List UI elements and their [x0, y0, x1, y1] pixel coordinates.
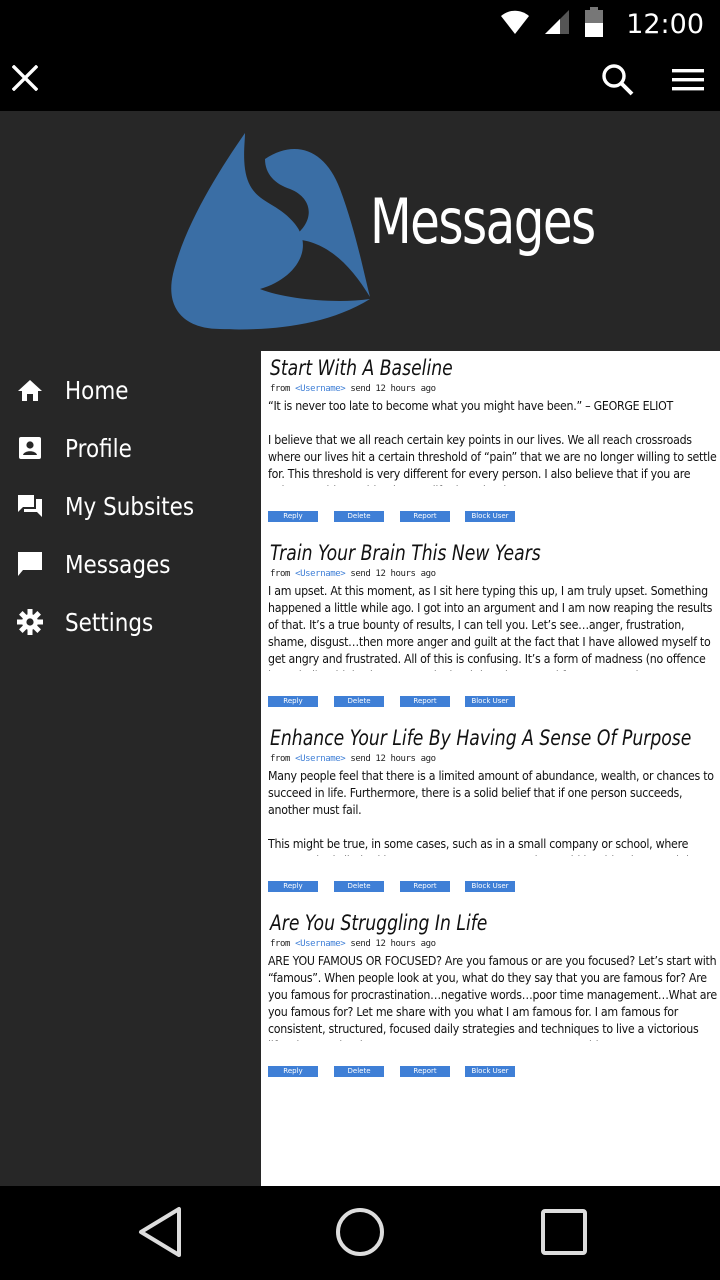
nav-item-label: Messages [65, 549, 171, 579]
close-button[interactable] [8, 58, 42, 102]
message-item[interactable]: Enhance Your Life By Having A Sense Of P… [261, 721, 720, 906]
delete-button[interactable]: Delete [334, 511, 384, 522]
gear-icon [16, 608, 44, 636]
message-meta: from <Username> send 12 hours ago [270, 569, 436, 579]
hamburger-menu-icon [668, 69, 708, 102]
home-circle-icon [334, 1206, 386, 1263]
nav-item-label: Home [65, 375, 129, 405]
report-button[interactable]: Report [400, 881, 450, 892]
block-user-button[interactable]: Block User [465, 881, 515, 892]
reply-button[interactable]: Reply [268, 696, 318, 707]
home-button[interactable] [334, 1206, 386, 1263]
close-icon [11, 64, 39, 96]
brand-logo [165, 129, 375, 334]
sent-time: send 12 hours ago [350, 754, 436, 764]
delete-button[interactable]: Delete [334, 881, 384, 892]
block-user-button[interactable]: Block User [465, 696, 515, 707]
sent-time: send 12 hours ago [350, 569, 436, 579]
nav-item-settings[interactable]: Settings [0, 593, 260, 651]
chat-icon [16, 550, 44, 578]
reply-button[interactable]: Reply [268, 1066, 318, 1077]
nav-item-messages[interactable]: Messages [0, 535, 260, 593]
drawer-menu: Home Profile My Subsites Messages Settin… [0, 361, 260, 651]
message-title: Are You Struggling In Life [270, 911, 488, 935]
from-label: from [270, 939, 291, 949]
message-body: ARE YOU FAMOUS OR FOCUSED? Are you famou… [268, 953, 717, 1041]
message-item[interactable]: Start With A Baseline from <Username> se… [261, 351, 720, 536]
status-time: 12:00 [626, 8, 704, 40]
page-title: Messages [370, 185, 596, 258]
delete-button[interactable]: Delete [334, 696, 384, 707]
contact-card-icon [16, 434, 44, 462]
sent-time: send 12 hours ago [350, 939, 436, 949]
nav-item-my-subsites[interactable]: My Subsites [0, 477, 260, 535]
sender-username-link[interactable]: <Username> [295, 939, 346, 949]
report-button[interactable]: Report [400, 696, 450, 707]
cellular-signal-icon [544, 9, 570, 40]
message-title: Enhance Your Life By Having A Sense Of P… [270, 726, 692, 750]
app-toolbar [0, 48, 720, 111]
block-user-button[interactable]: Block User [465, 511, 515, 522]
from-label: from [270, 384, 291, 394]
recents-square-icon [538, 1206, 590, 1263]
home-icon [16, 376, 44, 404]
message-paragraph: This might be true, in some cases, such … [268, 837, 710, 856]
from-label: from [270, 569, 291, 579]
status-icons: 12:00 [500, 6, 704, 42]
message-paragraph: “It is never too late to become what you… [268, 399, 674, 413]
report-button[interactable]: Report [400, 1066, 450, 1077]
drawer-header: Messages [0, 111, 720, 351]
back-triangle-icon [136, 1206, 184, 1263]
message-paragraph: I believe that we all reach certain key … [268, 433, 717, 486]
status-bar: 12:00 [0, 0, 720, 48]
delete-button[interactable]: Delete [334, 1066, 384, 1077]
nav-item-profile[interactable]: Profile [0, 419, 260, 477]
system-navigation-bar [0, 1186, 720, 1280]
message-body: “It is never too late to become what you… [268, 398, 717, 486]
sent-time: send 12 hours ago [350, 384, 436, 394]
search-button[interactable] [598, 60, 638, 100]
reply-button[interactable]: Reply [268, 511, 318, 522]
nav-item-label: My Subsites [65, 491, 195, 521]
nav-item-label: Settings [65, 607, 154, 637]
message-paragraph: I am upset. At this moment, as I sit her… [268, 584, 713, 671]
back-button[interactable] [134, 1206, 186, 1263]
from-label: from [270, 754, 291, 764]
nav-item-home[interactable]: Home [0, 361, 260, 419]
message-body: I am upset. At this moment, as I sit her… [268, 583, 717, 671]
message-paragraph: ARE YOU FAMOUS OR FOCUSED? Are you famou… [268, 954, 717, 1041]
menu-button[interactable] [668, 62, 708, 98]
message-meta: from <Username> send 12 hours ago [270, 754, 436, 764]
report-button[interactable]: Report [400, 511, 450, 522]
battery-icon [584, 6, 604, 42]
sender-username-link[interactable]: <Username> [295, 754, 346, 764]
message-list: Start With A Baseline from <Username> se… [261, 351, 720, 1186]
reply-button[interactable]: Reply [268, 881, 318, 892]
message-body: Many people feel that there is a limited… [268, 768, 717, 856]
nav-item-label: Profile [65, 433, 132, 463]
message-meta: from <Username> send 12 hours ago [270, 384, 436, 394]
message-item[interactable]: Train Your Brain This New Years from <Us… [261, 536, 720, 721]
message-paragraph: Many people feel that there is a limited… [268, 769, 714, 817]
message-meta: from <Username> send 12 hours ago [270, 939, 436, 949]
message-title: Train Your Brain This New Years [270, 541, 541, 565]
sender-username-link[interactable]: <Username> [295, 384, 346, 394]
sender-username-link[interactable]: <Username> [295, 569, 346, 579]
forum-icon [16, 492, 44, 520]
block-user-button[interactable]: Block User [465, 1066, 515, 1077]
message-title: Start With A Baseline [270, 356, 453, 380]
recents-button[interactable] [538, 1208, 590, 1260]
search-icon [598, 64, 638, 104]
navigation-drawer: Messages Home Profile My Subsites Messag… [0, 111, 720, 1186]
wifi-icon [500, 9, 530, 40]
message-item[interactable]: Are You Struggling In Life from <Usernam… [261, 906, 720, 1091]
